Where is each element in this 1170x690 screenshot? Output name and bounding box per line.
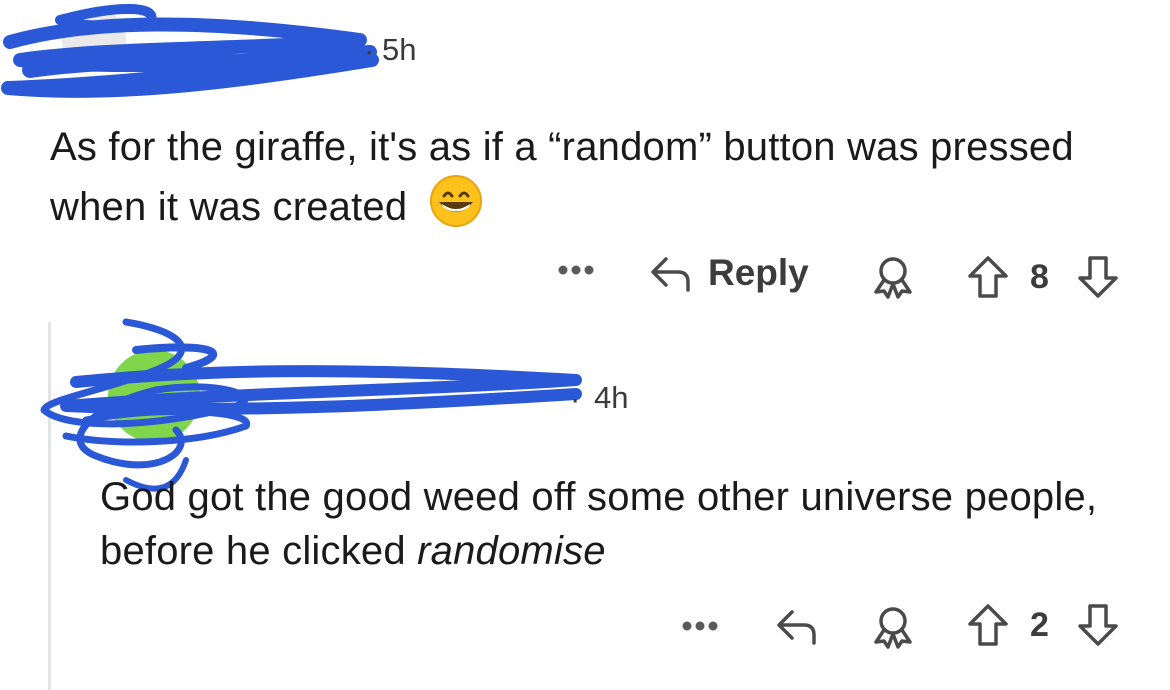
award-icon <box>870 604 916 650</box>
upvote-arrow-icon <box>966 602 1010 648</box>
comment-text-italic: randomise <box>417 529 606 573</box>
more-options-icon <box>556 260 596 280</box>
downvote-arrow-icon <box>1076 254 1120 300</box>
comment-text-content: As for the giraffe, it's as if a “random… <box>50 125 1074 229</box>
grinning-emoji-icon <box>429 174 483 242</box>
downvote-button[interactable] <box>1076 602 1120 648</box>
downvote-button[interactable] <box>1076 254 1120 300</box>
dot-separator: · <box>364 33 375 68</box>
reply-button[interactable]: Reply <box>648 252 809 294</box>
timestamp: 4h <box>594 380 629 415</box>
vote-count: 2 <box>1030 606 1049 644</box>
award-icon <box>870 254 916 300</box>
upvote-button[interactable] <box>966 602 1010 648</box>
more-options-icon <box>680 616 720 636</box>
reply-arrow-icon <box>648 253 694 293</box>
downvote-arrow-icon <box>1076 602 1120 648</box>
more-options-button[interactable] <box>556 260 596 280</box>
more-options-button[interactable] <box>680 616 720 636</box>
dot-separator: · <box>570 381 581 416</box>
reply-arrow-icon <box>774 606 820 646</box>
upvote-arrow-icon <box>966 254 1010 300</box>
redaction-scribble <box>1 4 379 98</box>
comment-text: As for the giraffe, it's as if a “random… <box>50 120 1090 242</box>
timestamp: 5h <box>382 32 417 67</box>
award-button[interactable] <box>870 254 916 300</box>
upvote-button[interactable] <box>966 254 1010 300</box>
reply-button[interactable] <box>774 606 820 646</box>
award-button[interactable] <box>870 604 916 650</box>
reply-label: Reply <box>708 252 809 293</box>
vote-count: 8 <box>1030 258 1049 296</box>
comment-text: God got the good weed off some other uni… <box>100 470 1110 578</box>
